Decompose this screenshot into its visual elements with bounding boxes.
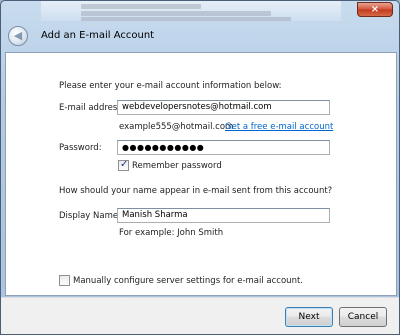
cancel-button[interactable]: Cancel xyxy=(339,307,387,327)
close-button[interactable]: × xyxy=(357,2,393,17)
add-email-account-dialog: × ◀ Add an E-mail Account Please enter y… xyxy=(0,0,400,335)
display-name-label: Display Name: xyxy=(59,211,121,221)
dialog-title: Add an E-mail Account xyxy=(41,30,155,41)
dialog-content-panel: Please enter your e-mail account informa… xyxy=(5,52,397,296)
email-label: E-mail address: xyxy=(59,103,125,113)
password-label: Password: xyxy=(59,143,102,153)
display-name-example-text: For example: John Smith xyxy=(119,228,224,238)
back-button[interactable]: ◀ xyxy=(8,26,28,46)
email-address-input[interactable]: webdevelopersnotes@hotmail.com xyxy=(117,100,330,115)
get-free-email-account-link[interactable]: Get a free e-mail account xyxy=(225,122,333,132)
close-icon: × xyxy=(370,4,380,15)
checkmark-icon: ✓ xyxy=(120,159,129,170)
next-button[interactable]: Next xyxy=(285,307,333,327)
intro-text: Please enter your e-mail account informa… xyxy=(59,81,282,91)
back-arrow-icon: ◀ xyxy=(13,29,23,42)
manual-config-label[interactable]: Manually configure server settings for e… xyxy=(73,276,303,286)
name-question-text: How should your name appear in e-mail se… xyxy=(59,186,333,196)
dialog-footer: Next Cancel xyxy=(1,297,399,334)
password-input[interactable]: ●●●●●●●●●●● xyxy=(117,140,330,155)
manual-config-checkbox[interactable] xyxy=(59,275,70,286)
remember-password-checkbox[interactable]: ✓ xyxy=(118,159,129,171)
background-window-glimpse xyxy=(41,1,341,21)
email-example-text: example555@hotmail.com xyxy=(119,122,234,132)
remember-password-label[interactable]: Remember password xyxy=(132,161,222,171)
display-name-input[interactable]: Manish Sharma xyxy=(117,208,330,223)
